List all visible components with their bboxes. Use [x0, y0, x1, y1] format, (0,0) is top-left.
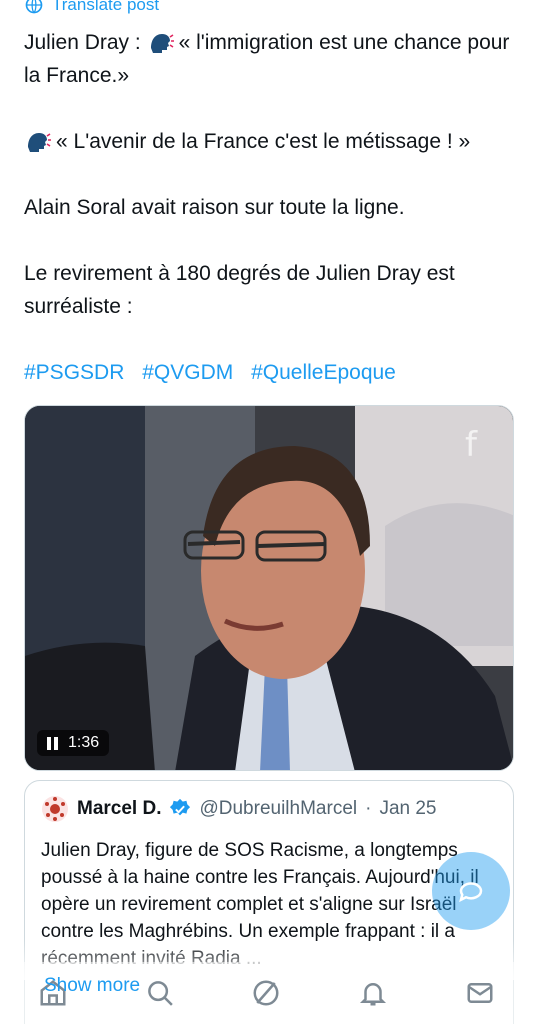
pause-icon[interactable]: [47, 736, 58, 750]
quoted-tweet-header: Marcel D. @DubreuilhMarcel · Jan 25: [41, 795, 497, 823]
hashtag-link[interactable]: #QVGDM: [142, 361, 233, 384]
quoted-author-name[interactable]: Marcel D.: [77, 798, 161, 820]
speaking-head-emoji: [28, 133, 51, 152]
nav-notifications[interactable]: [353, 973, 393, 1013]
nav-grok[interactable]: [246, 973, 286, 1013]
grok-icon: [253, 980, 279, 1006]
notifications-icon: [360, 983, 387, 1006]
video-frame: f: [25, 406, 513, 770]
quoted-author-handle[interactable]: @DubreuilhMarcel: [199, 798, 357, 820]
show-more-link[interactable]: Show more: [44, 975, 140, 997]
tweet-line-1: Julien Dray : « l'immigration est une ch…: [24, 26, 520, 92]
quoted-date[interactable]: Jan 25: [379, 798, 436, 820]
compose-reply-button[interactable]: [432, 852, 510, 930]
tweet-line-3: Alain Soral avait raison sur toute la li…: [24, 196, 405, 219]
speaking-head-emoji: [150, 34, 174, 53]
hashtag-link[interactable]: #PSGSDR: [24, 361, 124, 384]
translate-label: Translate post: [52, 0, 160, 14]
separator-dot: ·: [365, 798, 372, 819]
tweet-line-1-prefix: Julien Dray :: [24, 31, 141, 54]
tweet-line-2: « L'avenir de la France c'est le métissa…: [24, 125, 520, 158]
tweet-line-2-text: « L'avenir de la France c'est le métissa…: [56, 130, 471, 153]
hashtag-link[interactable]: #QuelleEpoque: [251, 361, 396, 384]
france-tv-logo: f: [465, 425, 478, 465]
video-duration: 1:36: [68, 734, 100, 751]
hashtag-list: #PSGSDR #QVGDM #QuelleEpoque: [24, 356, 520, 389]
video-duration-badge[interactable]: 1:36: [37, 730, 110, 756]
nav-messages[interactable]: [460, 973, 500, 1013]
chat-bubble-icon: [459, 882, 483, 903]
translate-post-link[interactable]: Translate post: [24, 0, 159, 16]
video-player[interactable]: f 1:36: [24, 405, 514, 771]
avatar[interactable]: [41, 795, 69, 823]
globe-icon: [25, 0, 43, 14]
tweet-text: Julien Dray : « l'immigration est une ch…: [24, 26, 520, 389]
nav-search[interactable]: [140, 973, 180, 1013]
tweet-line-4: Le revirement à 180 degrés de Julien Dra…: [24, 262, 455, 318]
messages-icon: [467, 983, 493, 1003]
verified-badge-icon: [170, 798, 191, 816]
search-icon: [148, 981, 173, 1006]
